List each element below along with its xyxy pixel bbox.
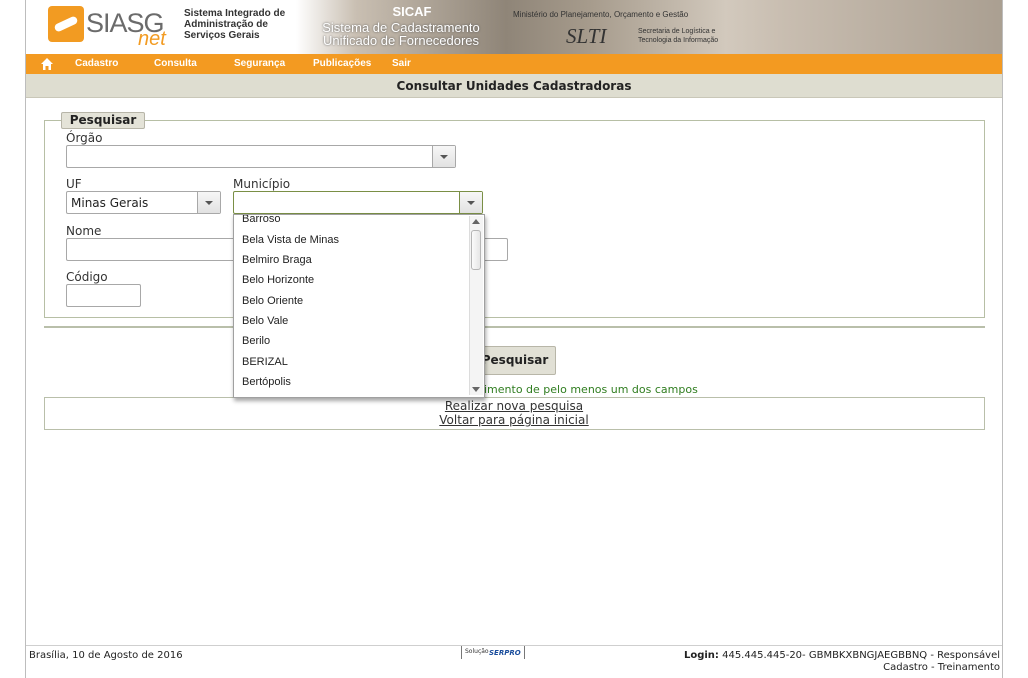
municipio-select[interactable] xyxy=(233,191,483,214)
dropdown-option[interactable]: Belo Vale xyxy=(242,315,288,327)
codigo-label: Código xyxy=(66,270,108,284)
slti-description-line: Secretaria de Logística e xyxy=(638,28,716,35)
dropdown-scrollbar[interactable] xyxy=(469,216,483,395)
uf-select[interactable]: Minas Gerais xyxy=(66,191,221,214)
scroll-up-icon[interactable] xyxy=(472,219,480,224)
header-banner: SIASG net Sistema Integrado de Administr… xyxy=(26,0,1002,54)
footer-login: Login: 445.445.445-20- GBMBKXBNGJAEGBBNQ… xyxy=(684,650,1000,674)
sicaf-title: SICAF xyxy=(392,4,432,19)
slti-logo: SLTI xyxy=(566,24,607,48)
logo-sub-text: net xyxy=(138,28,166,50)
page-title: Consultar Unidades Cadastradoras xyxy=(396,79,632,93)
municipio-label: Município xyxy=(233,177,291,191)
dropdown-option[interactable]: Bertópolis xyxy=(242,376,291,388)
dropdown-option[interactable]: Bela Vista de Minas xyxy=(242,234,339,246)
menu-item-sair[interactable]: Sair xyxy=(392,58,411,69)
siasg-logo: SIASG net xyxy=(48,6,174,50)
sicaf-subtitle: Sistema de Cadastramento Unificado de Fo… xyxy=(296,21,506,47)
dropdown-option[interactable]: Berilo xyxy=(242,335,270,347)
login-value: 445.445.445-20- GBMBKXBNGJAEGBBNQ - Resp… xyxy=(722,650,1000,661)
footer-date: Brasília, 10 de Agosto de 2016 xyxy=(29,650,183,661)
system-name-line: Administração de xyxy=(184,19,268,30)
orgao-label: Órgão xyxy=(66,131,103,145)
municipio-dropdown-list[interactable]: Barroso Bela Vista de Minas Belmiro Brag… xyxy=(233,214,485,398)
search-legend: Pesquisar xyxy=(61,112,145,129)
menu-item-consulta[interactable]: Consulta xyxy=(154,58,197,69)
system-name: Sistema Integrado de Administração de Se… xyxy=(184,8,285,41)
home-link[interactable]: Voltar para página inicial xyxy=(0,413,1028,427)
search-hint: imento de pelo menos um dos campos xyxy=(484,383,698,396)
nome-label: Nome xyxy=(66,224,102,238)
menu-item-seguranca[interactable]: Segurança xyxy=(234,58,285,69)
login-label: Login: xyxy=(683,650,719,661)
solucao-text: Solução xyxy=(465,648,489,655)
system-name-line: Serviços Gerais xyxy=(184,30,260,41)
new-search-link[interactable]: Realizar nova pesquisa xyxy=(0,399,1028,413)
chevron-down-icon[interactable] xyxy=(432,146,455,167)
dropdown-option[interactable]: Belo Oriente xyxy=(242,295,303,307)
chevron-down-icon[interactable] xyxy=(197,192,220,213)
login-line2: Cadastro - Treinamento xyxy=(883,662,1000,673)
sicaf-subtitle-line: Unificado de Fornecedores xyxy=(322,33,480,48)
menu-item-cadastro[interactable]: Cadastro xyxy=(75,58,118,69)
page-frame xyxy=(25,0,1003,678)
menu-item-publicacoes[interactable]: Publicações xyxy=(313,58,371,69)
system-name-line: Sistema Integrado de xyxy=(184,8,286,19)
form-divider xyxy=(44,326,985,328)
uf-select-value: Minas Gerais xyxy=(71,196,149,210)
main-menu: Cadastro Consulta Segurança Publicações … xyxy=(26,54,1002,74)
chevron-down-icon[interactable] xyxy=(459,192,482,213)
ministry-name: Ministério do Planejamento, Orçamento e … xyxy=(513,10,689,19)
home-icon[interactable] xyxy=(40,57,54,71)
scrollbar-thumb[interactable] xyxy=(471,230,481,270)
slti-description: Secretaria de Logística e Tecnologia da … xyxy=(638,27,718,45)
uf-label: UF xyxy=(66,177,82,191)
search-button[interactable]: Pesquisar xyxy=(474,346,556,375)
serpro-logo: Solução SERPRO xyxy=(461,646,525,659)
scroll-down-icon[interactable] xyxy=(472,387,480,392)
serpro-text: SERPRO xyxy=(489,649,521,657)
orgao-select[interactable] xyxy=(66,145,456,168)
dropdown-option[interactable]: Belo Horizonte xyxy=(242,274,314,286)
siasg-logo-icon xyxy=(48,6,84,42)
page-title-bar: Consultar Unidades Cadastradoras xyxy=(26,74,1002,98)
dropdown-option[interactable]: Barroso xyxy=(242,215,281,225)
dropdown-option[interactable]: BERIZAL xyxy=(242,356,288,368)
codigo-input[interactable] xyxy=(66,284,141,307)
dropdown-option[interactable]: Belmiro Braga xyxy=(242,254,312,266)
slti-description-line: Tecnologia da Informação xyxy=(638,37,719,44)
